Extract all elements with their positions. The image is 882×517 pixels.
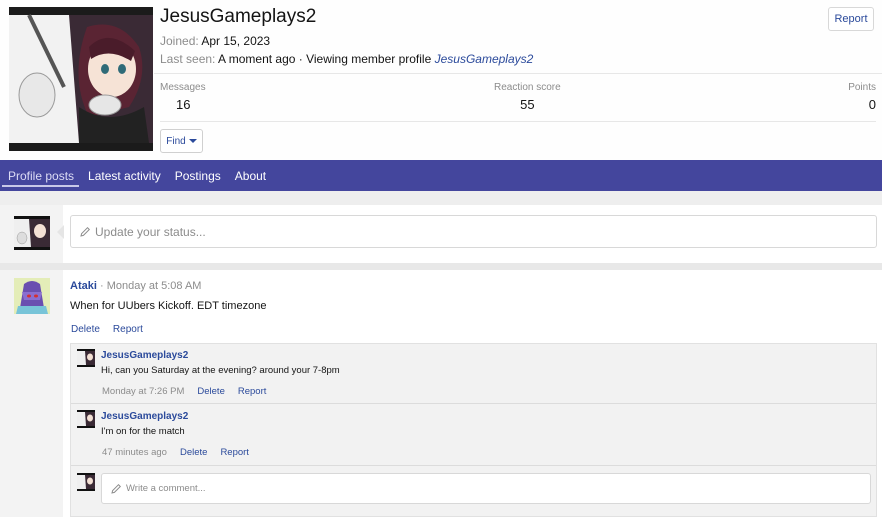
section-spacer — [0, 191, 882, 205]
comment-author-avatar[interactable] — [77, 410, 95, 428]
status-update-block: Update your status... — [0, 205, 882, 263]
stat-messages-value[interactable]: 16 — [160, 97, 206, 112]
joined-row: Joined: Apr 15, 2023 — [160, 34, 270, 48]
comment-text: Hi, can you Saturday at the evening? aro… — [101, 365, 340, 376]
profile-post: Ataki · Monday at 5:08 AM When for UUber… — [0, 270, 882, 517]
comment-timestamp[interactable]: 47 minutes ago — [102, 447, 167, 458]
avatar-image — [77, 410, 95, 428]
profile-username: JesusGameplays2 — [160, 6, 317, 27]
tab-about[interactable]: About — [228, 160, 273, 191]
comment-list: JesusGameplays2 Hi, can you Saturday at … — [70, 343, 877, 517]
lastseen-label: Last seen: — [160, 52, 216, 66]
comment-report-link[interactable]: Report — [220, 447, 249, 458]
comment-meta: Monday at 7:26 PM Delete Report — [102, 386, 266, 397]
profile-avatar[interactable] — [9, 7, 153, 151]
comment-delete-link[interactable]: Delete — [180, 447, 207, 458]
avatar-image — [14, 216, 50, 250]
status-pointer — [57, 225, 64, 239]
lastseen-value: A moment ago · Viewing member profile — [218, 52, 432, 66]
comment-item: JesusGameplays2 Hi, can you Saturday at … — [71, 344, 876, 404]
post-author-avatar[interactable] — [14, 278, 50, 314]
post-report-link[interactable]: Report — [113, 324, 143, 335]
post-header: Ataki · Monday at 5:08 AM — [70, 280, 201, 292]
section-spacer — [0, 263, 882, 270]
lastseen-row: Last seen: A moment ago · Viewing member… — [160, 52, 533, 66]
profile-header: JesusGameplays2 Joined: Apr 15, 2023 Las… — [0, 0, 882, 160]
tab-latest-activity[interactable]: Latest activity — [81, 160, 168, 191]
comment-report-link[interactable]: Report — [238, 386, 267, 397]
avatar-image — [77, 349, 95, 367]
status-placeholder: Update your status... — [95, 224, 206, 239]
profile-tabs: Profile posts Latest activity Postings A… — [0, 160, 882, 191]
avatar-image — [14, 278, 50, 314]
comment-timestamp[interactable]: Monday at 7:26 PM — [102, 386, 184, 397]
stat-reaction-label: Reaction score — [494, 82, 561, 93]
pencil-icon — [111, 483, 122, 494]
comment-author-link[interactable]: JesusGameplays2 — [101, 350, 188, 361]
status-avatar-column — [0, 205, 63, 263]
current-user-avatar[interactable] — [77, 473, 95, 491]
post-delete-link[interactable]: Delete — [71, 324, 100, 335]
tab-postings[interactable]: Postings — [168, 160, 228, 191]
pencil-icon — [80, 226, 91, 237]
post-body: When for UUbers Kickoff. EDT timezone — [70, 300, 267, 312]
post-avatar-column — [0, 270, 63, 517]
stat-reaction-value[interactable]: 55 — [494, 97, 561, 112]
comment-author-link[interactable]: JesusGameplays2 — [101, 411, 188, 422]
stat-points-value[interactable]: 0 — [848, 97, 876, 112]
post-author-link[interactable]: Ataki — [70, 280, 97, 292]
lastseen-profile-link[interactable]: JesusGameplays2 — [435, 52, 534, 66]
joined-value: Apr 15, 2023 — [201, 34, 271, 48]
header-divider — [154, 73, 882, 74]
comment-placeholder: Write a comment... — [126, 483, 206, 494]
comment-delete-link[interactable]: Delete — [197, 386, 224, 397]
avatar-image — [77, 473, 95, 491]
comment-meta: 47 minutes ago Delete Report — [102, 447, 249, 458]
stats-divider — [160, 121, 876, 122]
comment-author-avatar[interactable] — [77, 349, 95, 367]
joined-label: Joined: — [160, 34, 199, 48]
post-timestamp[interactable]: · Monday at 5:08 AM — [100, 280, 202, 292]
comment-input[interactable]: Write a comment... — [101, 473, 871, 504]
find-label: Find — [166, 135, 186, 147]
find-dropdown-button[interactable]: Find — [160, 129, 203, 153]
comment-text: I'm on for the match — [101, 426, 185, 437]
report-profile-button[interactable]: Report — [828, 7, 874, 31]
comment-item: JesusGameplays2 I'm on for the match 47 … — [71, 405, 876, 466]
avatar-image — [9, 7, 153, 151]
post-actions: Delete Report — [71, 324, 143, 335]
stat-points: Points 0 — [848, 82, 876, 112]
stat-points-label: Points — [848, 82, 876, 93]
current-user-avatar[interactable] — [14, 216, 50, 250]
tab-profile-posts[interactable]: Profile posts — [0, 160, 81, 191]
stat-messages: Messages 16 — [160, 82, 206, 112]
status-update-input[interactable]: Update your status... — [70, 215, 877, 248]
stat-messages-label: Messages — [160, 82, 206, 93]
stat-reaction-score: Reaction score 55 — [494, 82, 561, 112]
caret-down-icon — [188, 139, 197, 143]
